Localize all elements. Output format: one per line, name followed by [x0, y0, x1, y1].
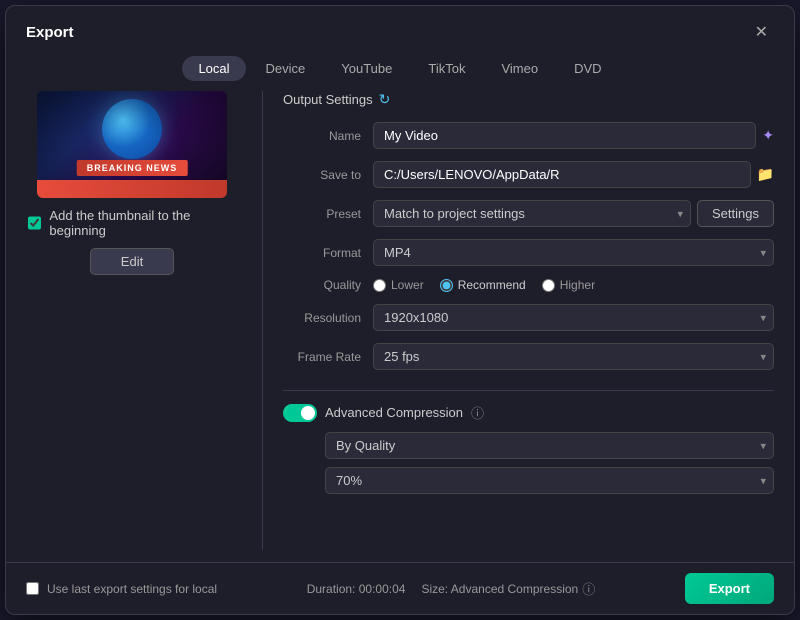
- tab-local[interactable]: Local: [182, 56, 245, 81]
- preset-control: Match to project settings Settings: [373, 200, 774, 227]
- format-select-wrap: MP4: [373, 239, 774, 266]
- modal-title: Export: [26, 24, 74, 41]
- advanced-toggle[interactable]: [283, 404, 317, 422]
- right-panel: Output Settings ↻ Name ✦ Save to 📁: [283, 91, 778, 550]
- quality-recommend-option[interactable]: Recommend: [440, 278, 526, 292]
- duration-info: Duration: 00:00:04: [307, 582, 406, 596]
- name-label: Name: [283, 129, 373, 143]
- export-button[interactable]: Export: [685, 573, 774, 604]
- quality-radio-group: Lower Recommend Higher: [373, 278, 774, 292]
- thumbnail-checkbox-label[interactable]: Add the thumbnail to the beginning: [49, 208, 242, 238]
- bottom-bar: Use last export settings for local Durat…: [6, 562, 794, 614]
- save-to-row: Save to 📁: [283, 161, 774, 188]
- save-to-label: Save to: [283, 168, 373, 182]
- frame-rate-select[interactable]: 25 fps: [373, 343, 774, 370]
- ai-icon[interactable]: ✦: [762, 127, 774, 144]
- format-row: Format MP4: [283, 239, 774, 266]
- frame-rate-label: Frame Rate: [283, 350, 373, 364]
- resolution-control: 1920x1080: [373, 304, 774, 331]
- last-settings-checkbox[interactable]: [26, 582, 39, 595]
- name-control: ✦: [373, 122, 774, 149]
- size-info: Size: Advanced Compression ⓘ: [421, 579, 595, 598]
- preset-select[interactable]: Match to project settings: [373, 200, 691, 227]
- quality-row: Quality Lower Recommend High: [283, 278, 774, 292]
- close-button[interactable]: ✕: [749, 20, 774, 44]
- save-to-input[interactable]: [373, 161, 751, 188]
- folder-icon[interactable]: 📁: [757, 166, 774, 183]
- vertical-divider: [262, 91, 263, 550]
- bottom-info: Duration: 00:00:04 Size: Advanced Compre…: [307, 579, 596, 598]
- resolution-select-wrap: 1920x1080: [373, 304, 774, 331]
- quality-lower-option[interactable]: Lower: [373, 278, 424, 292]
- resolution-label: Resolution: [283, 311, 373, 325]
- quality-higher-label: Higher: [560, 278, 595, 292]
- quality-higher-option[interactable]: Higher: [542, 278, 595, 292]
- tab-dvd[interactable]: DVD: [558, 56, 617, 81]
- quality-higher-radio[interactable]: [542, 279, 555, 292]
- quality-percent-select-wrap: 70%: [325, 467, 774, 494]
- quality-recommend-radio[interactable]: [440, 279, 453, 292]
- advanced-label: Advanced Compression: [325, 405, 463, 420]
- advanced-selects: By Quality 70%: [283, 432, 774, 494]
- settings-button[interactable]: Settings: [697, 200, 774, 227]
- quality-lower-radio[interactable]: [373, 279, 386, 292]
- frame-rate-select-wrap: 25 fps: [373, 343, 774, 370]
- thumbnail-checkbox-row: Add the thumbnail to the beginning: [22, 208, 242, 238]
- advanced-compression-section: Advanced Compression ⓘ By Quality 70%: [283, 403, 774, 494]
- by-quality-select-wrap: By Quality: [325, 432, 774, 459]
- preset-row: Preset Match to project settings Setting…: [283, 200, 774, 227]
- video-thumbnail: BREAKING NEWS: [37, 91, 227, 198]
- format-select[interactable]: MP4: [373, 239, 774, 266]
- save-to-control: 📁: [373, 161, 774, 188]
- quality-lower-label: Lower: [391, 278, 424, 292]
- tab-vimeo[interactable]: Vimeo: [485, 56, 554, 81]
- toggle-slider: [283, 404, 317, 422]
- size-info-icon[interactable]: ⓘ: [582, 579, 595, 598]
- thumbnail-checkbox[interactable]: [28, 216, 41, 230]
- frame-rate-row: Frame Rate 25 fps: [283, 343, 774, 370]
- by-quality-select[interactable]: By Quality: [325, 432, 774, 459]
- frame-rate-control: 25 fps: [373, 343, 774, 370]
- bottom-left: Use last export settings for local: [26, 582, 217, 596]
- tab-youtube[interactable]: YouTube: [325, 56, 408, 81]
- quality-label: Quality: [283, 278, 373, 292]
- quality-control: Lower Recommend Higher: [373, 278, 774, 292]
- format-label: Format: [283, 246, 373, 260]
- resolution-select[interactable]: 1920x1080: [373, 304, 774, 331]
- breaking-news-badge: BREAKING NEWS: [77, 160, 188, 176]
- format-control: MP4: [373, 239, 774, 266]
- thumbnail-bottom-bar: [37, 180, 227, 198]
- tab-tiktok[interactable]: TikTok: [412, 56, 481, 81]
- export-modal: Export ✕ Local Device YouTube TikTok Vim…: [5, 5, 795, 615]
- info-icon[interactable]: ⓘ: [471, 403, 484, 422]
- modal-header: Export ✕: [6, 6, 794, 44]
- preset-select-wrap: Match to project settings: [373, 200, 691, 227]
- section-label: Output Settings ↻: [283, 91, 774, 108]
- separator: [283, 390, 774, 391]
- quality-percent-select[interactable]: 70%: [325, 467, 774, 494]
- quality-recommend-label: Recommend: [458, 278, 526, 292]
- tab-device[interactable]: Device: [250, 56, 322, 81]
- advanced-header: Advanced Compression ⓘ: [283, 403, 774, 422]
- edit-button[interactable]: Edit: [90, 248, 174, 275]
- name-row: Name ✦: [283, 122, 774, 149]
- resolution-row: Resolution 1920x1080: [283, 304, 774, 331]
- tabs-bar: Local Device YouTube TikTok Vimeo DVD: [6, 44, 794, 91]
- left-panel: BREAKING NEWS Add the thumbnail to the b…: [22, 91, 242, 550]
- last-settings-label[interactable]: Use last export settings for local: [47, 582, 217, 596]
- main-content: BREAKING NEWS Add the thumbnail to the b…: [6, 91, 794, 562]
- name-input[interactable]: [373, 122, 756, 149]
- preset-label: Preset: [283, 207, 373, 221]
- refresh-icon[interactable]: ↻: [379, 91, 391, 108]
